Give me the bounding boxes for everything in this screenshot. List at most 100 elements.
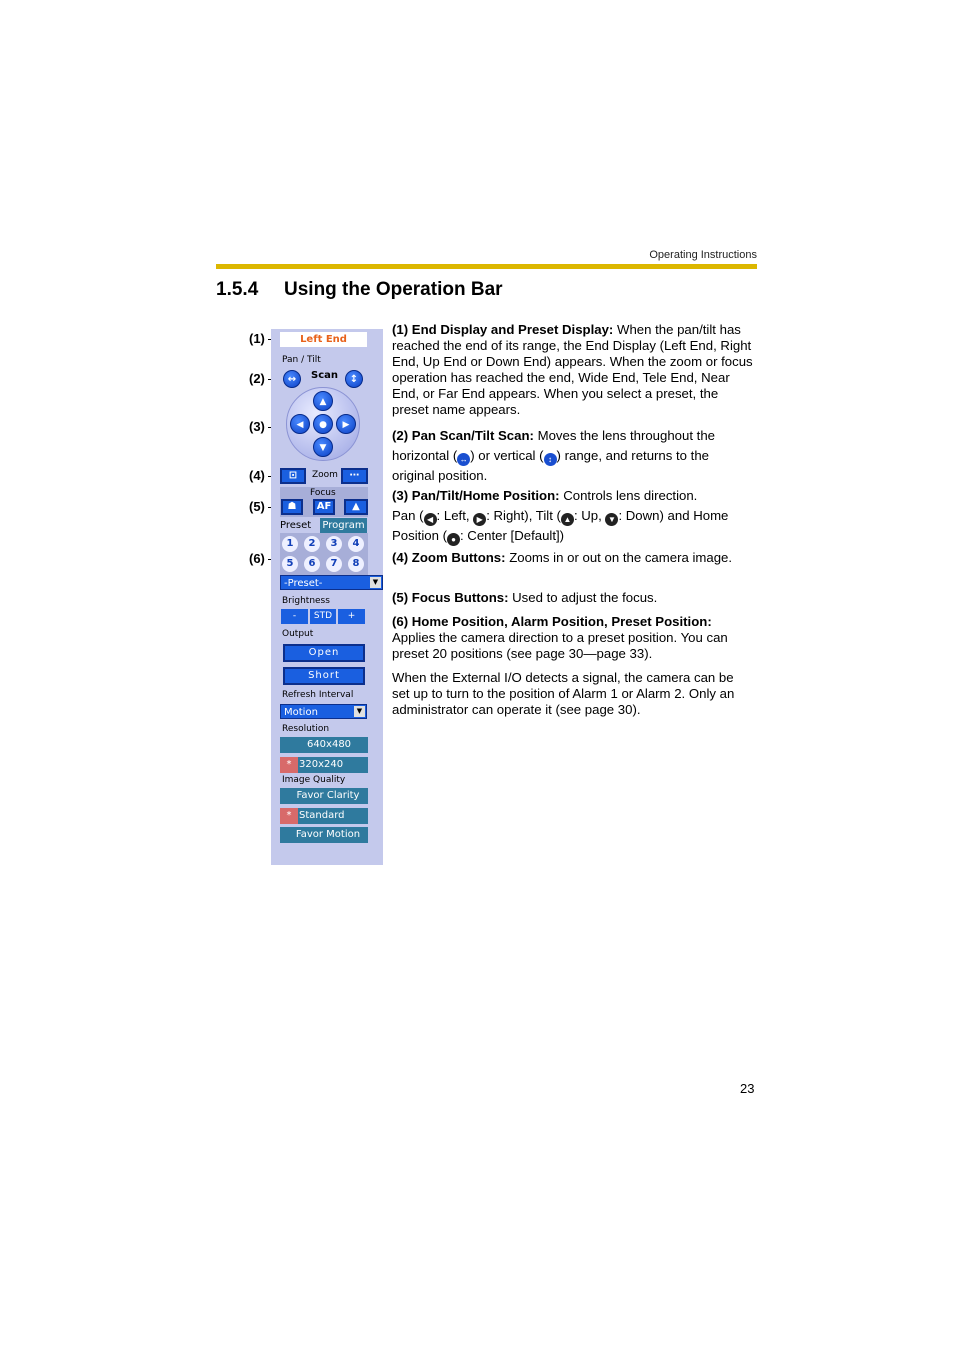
focus-far-button[interactable]: ▲ (344, 499, 368, 515)
refresh-interval-select[interactable]: Motion ▼ (280, 704, 367, 719)
callout-6: (6) (249, 551, 265, 566)
preset-button-5[interactable]: 5 (282, 556, 298, 572)
description-zoom: (4) Zoom Buttons: Zooms in or out on the… (392, 550, 754, 566)
mountain-icon: ▲ (352, 501, 360, 512)
quality-option-standard[interactable]: * Standard (280, 808, 368, 824)
tab-program[interactable]: Program (320, 518, 367, 533)
preset-button-1[interactable]: 1 (282, 536, 298, 552)
description-pan-tilt: (3) Pan/Tilt/Home Position: Controls len… (392, 486, 754, 546)
description-title: (3) Pan/Tilt/Home Position: (392, 488, 560, 503)
chevron-down-icon: ▼ (370, 577, 381, 588)
focus-label: Focus (310, 488, 336, 498)
option-label: 320x240 (299, 759, 344, 770)
preset-button-3[interactable]: 3 (326, 536, 342, 552)
selected-asterisk-icon: * (280, 757, 298, 773)
home-dot-icon: ● (319, 420, 327, 430)
option-label: Favor Motion (295, 829, 361, 840)
person-icon: ☗ (287, 501, 297, 512)
option-label: Favor Clarity (296, 790, 360, 801)
pan-tilt-label: Pan / Tilt (282, 355, 321, 365)
description-text: : Up, (573, 508, 606, 523)
page-number: 23 (740, 1081, 755, 1096)
focus-auto-button[interactable]: AF (313, 499, 335, 515)
description-text: : Left, (436, 508, 474, 523)
focus-near-button[interactable]: ☗ (281, 499, 303, 515)
resolution-option-640[interactable]: 640x480 (280, 737, 368, 753)
refresh-interval-label: Refresh Interval (282, 690, 354, 700)
brightness-up-button[interactable]: + (338, 609, 365, 624)
quality-option-favor-clarity[interactable]: Favor Clarity (280, 788, 368, 804)
description-body: Zooms in or out on the camera image. (505, 550, 733, 565)
resolution-option-320[interactable]: * 320x240 (280, 757, 368, 773)
header-rule (216, 264, 757, 269)
pan-scan-button[interactable]: ↔ (283, 370, 301, 388)
brightness-standard-button[interactable]: STD (310, 609, 336, 624)
home-position-button[interactable]: ● (313, 414, 333, 434)
preset-select[interactable]: -Preset- ▼ (280, 575, 383, 590)
down-arrow-icon: ▼ (605, 513, 619, 526)
preset-button-7[interactable]: 7 (326, 556, 342, 572)
down-arrow-icon: ▼ (319, 443, 327, 453)
description-end-display: (1) End Display and Preset Display: When… (392, 322, 754, 418)
output-label: Output (282, 629, 314, 639)
callout-3: (3) (249, 419, 265, 434)
description-body: Used to adjust the focus. (508, 590, 658, 605)
vertical-arrows-icon: ↕ (543, 453, 557, 466)
pan-left-button[interactable]: ◀ (290, 414, 310, 434)
description-preset: (6) Home Position, Alarm Position, Prese… (392, 614, 754, 662)
brightness-label: Brightness (282, 596, 330, 606)
home-dot-icon: ● (446, 533, 460, 546)
description-title: (4) Zoom Buttons: (392, 550, 506, 565)
preset-buttons: 1 2 3 4 5 6 7 8 (280, 533, 368, 575)
description-title: (5) Focus Buttons: (392, 590, 509, 605)
focus-controls: Focus ☗ AF ▲ (280, 487, 368, 517)
running-header: Operating Instructions (649, 249, 757, 261)
tilt-up-button[interactable]: ▲ (313, 391, 333, 411)
description-text: : Right), Tilt ( (486, 508, 561, 523)
option-label: Standard (299, 810, 345, 821)
up-arrow-icon: ▲ (560, 513, 574, 526)
resolution-label: Resolution (282, 724, 330, 734)
output-short-button[interactable]: Short (283, 667, 365, 685)
preset-button-6[interactable]: 6 (304, 556, 320, 572)
description-title: (6) Home Position, Alarm Position, Prese… (392, 614, 712, 629)
preset-button-2[interactable]: 2 (304, 536, 320, 552)
description-body: Applies the camera direction to a preset… (392, 630, 728, 661)
description-text: Pan ( (392, 508, 424, 523)
preset-select-value: -Preset- (284, 578, 323, 589)
description-body: When the External I/O detects a signal, … (392, 670, 735, 717)
section-heading: Using the Operation Bar (284, 279, 503, 300)
operation-bar: Left End Pan / Tilt ↔ Scan ↕ ▲ ◀ ● ▶ ▼ ⊡… (271, 329, 383, 865)
right-arrow-icon: ▶ (342, 420, 350, 430)
up-arrow-icon: ▲ (319, 397, 327, 407)
vertical-arrows-icon: ↕ (349, 374, 359, 385)
option-label: 640x480 (306, 739, 352, 750)
output-open-button[interactable]: Open (283, 644, 365, 662)
right-arrow-icon: ▶ (473, 513, 487, 526)
description-text: Controls lens direction. (559, 488, 698, 503)
left-arrow-icon: ◀ (296, 420, 304, 430)
description-alarm: When the External I/O detects a signal, … (392, 670, 754, 718)
callout-4: (4) (249, 468, 265, 483)
refresh-interval-value: Motion (284, 707, 318, 718)
tab-preset[interactable]: Preset (280, 518, 318, 533)
preset-button-8[interactable]: 8 (348, 556, 364, 572)
zoom-label: Zoom (312, 470, 338, 480)
horizontal-arrows-icon: ↔ (457, 453, 471, 466)
pan-right-button[interactable]: ▶ (336, 414, 356, 434)
callout-1: (1) (249, 331, 265, 346)
zoom-tele-icon: ⋯ (349, 470, 360, 481)
scan-label: Scan (311, 370, 338, 381)
description-title: (1) End Display and Preset Display: (392, 322, 614, 337)
pan-tilt-pad: ▲ ◀ ● ▶ ▼ (286, 387, 360, 461)
zoom-tele-button[interactable]: ⋯ (341, 468, 368, 484)
quality-option-favor-motion[interactable]: Favor Motion (280, 827, 368, 843)
brightness-down-button[interactable]: - (281, 609, 308, 624)
description-scan: (2) Pan Scan/Tilt Scan: Moves the lens t… (392, 426, 754, 486)
tilt-down-button[interactable]: ▼ (313, 437, 333, 457)
chevron-down-icon: ▼ (354, 706, 365, 717)
description-text: ) or vertical ( (470, 448, 544, 463)
tilt-scan-button[interactable]: ↕ (345, 370, 363, 388)
preset-button-4[interactable]: 4 (348, 536, 364, 552)
zoom-wide-button[interactable]: ⊡ (280, 468, 306, 484)
